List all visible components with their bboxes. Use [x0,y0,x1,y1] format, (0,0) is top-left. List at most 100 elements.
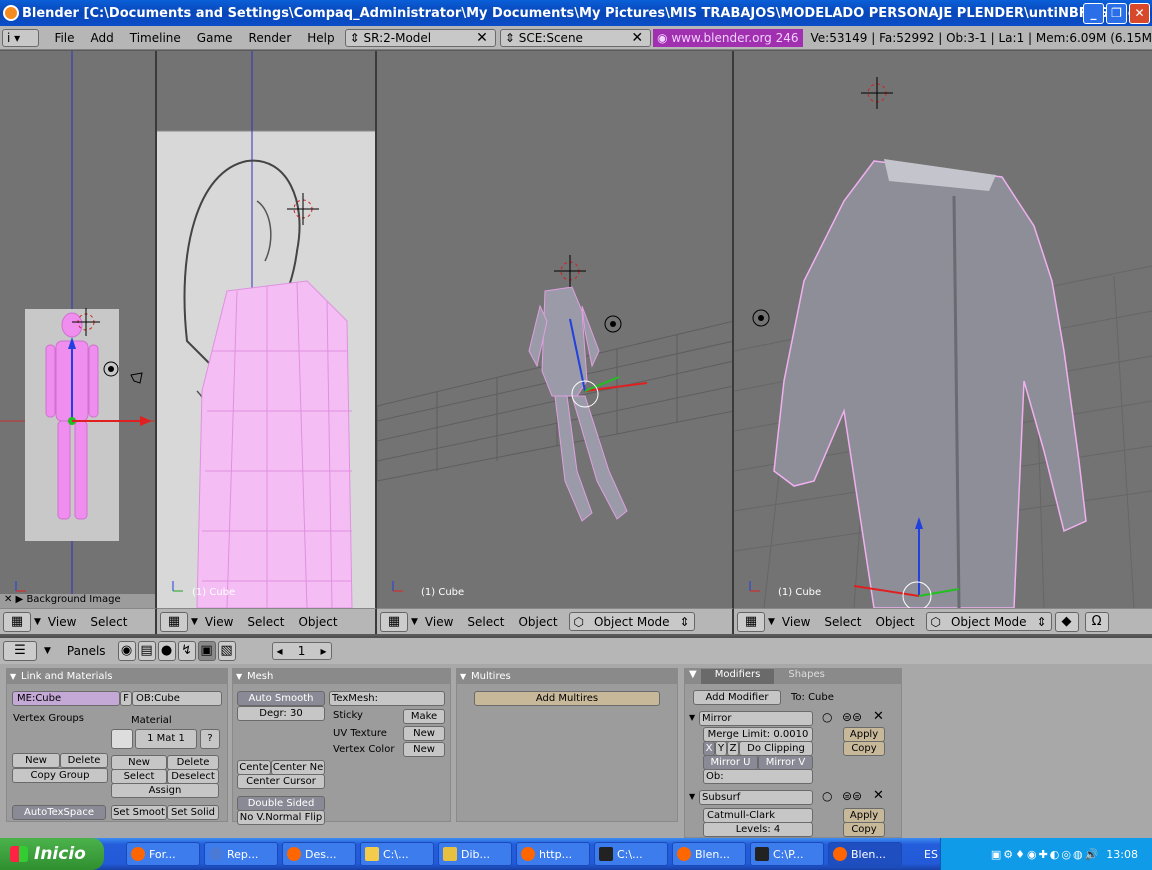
subsurf-delete-icon[interactable]: ✕ [873,788,884,803]
set-smooth-button[interactable]: Set Smoot [111,805,167,820]
viewport-front[interactable]: ✕ ▶ Background Image [0,51,157,608]
mirror-name-field[interactable]: Mirror [699,711,813,726]
maximize-button[interactable]: ❐ [1106,3,1127,24]
tab-modifiers[interactable]: Modifiers [700,669,775,684]
object-context-icon[interactable]: ↯ [177,641,196,661]
collapse-menu-icon[interactable]: ▼ [44,646,51,656]
vertex-color-new-button[interactable]: New [403,742,445,757]
tray-icons[interactable]: ▣⚙♦◉✚◐◎◍🔊 [991,848,1100,861]
autotexspace-toggle[interactable]: AutoTexSpace [12,805,106,820]
menu-file[interactable]: File [46,31,82,45]
object-name-field[interactable]: OB:Cube [132,691,222,706]
view3d-type-icon[interactable]: ▦ [380,611,408,632]
subsurf-collapse-icon[interactable]: ▼ [689,792,695,801]
language-indicator[interactable]: ES [924,848,938,861]
sticky-make-button[interactable]: Make [403,709,445,724]
mirror-apply-button[interactable]: Apply [843,727,885,742]
menu-select[interactable]: Select [83,615,134,629]
subsurf-move-icons[interactable]: ⊜⊜ [842,789,862,803]
vgroup-new-button[interactable]: New [12,753,60,768]
center-cursor-button[interactable]: Center Cursor [237,774,325,789]
menu-add[interactable]: Add [83,31,122,45]
collapse-menu-icon[interactable]: ▼ [34,617,41,627]
start-button[interactable]: Inicio [0,838,104,870]
menu-object[interactable]: Object [868,615,921,629]
mirror-x-toggle[interactable]: X [703,741,715,756]
mirror-y-toggle[interactable]: Y [715,741,727,756]
material-assign-button[interactable]: Assign [111,783,219,798]
subsurf-name-field[interactable]: Subsurf [699,790,813,805]
center-new-button[interactable]: Center Ne [271,760,325,775]
material-deselect-button[interactable]: Deselect [167,769,219,784]
mirror-enable-icon[interactable]: ○ [822,710,832,724]
do-clipping-toggle[interactable]: Do Clipping [739,741,813,756]
viewport-side[interactable]: (1) Cube [157,51,377,608]
taskbar-item[interactable]: Des... [282,842,356,866]
mirror-z-toggle[interactable]: Z [727,741,739,756]
menu-render[interactable]: Render [241,31,300,45]
mirror-delete-icon[interactable]: ✕ [873,709,884,724]
background-image-panel[interactable]: ✕ ▶ Background Image [0,594,155,608]
collapse-menu-icon[interactable]: ▼ [768,617,775,627]
material-select-button[interactable]: Select [111,769,167,784]
logic-context-icon[interactable]: ◉ [117,641,136,661]
material-help-button[interactable]: ? [200,729,220,749]
set-solid-button[interactable]: Set Solid [167,805,219,820]
collapse-icon[interactable]: ▼ [685,669,701,684]
minimize-button[interactable]: _ [1083,3,1104,24]
menu-object[interactable]: Object [511,615,564,629]
mesh-datablock-field[interactable]: ME:Cube [12,691,120,706]
subsurf-enable-icon[interactable]: ○ [822,789,832,803]
menu-game[interactable]: Game [189,31,241,45]
draw-type-icon[interactable]: ◆ [1054,611,1079,632]
subsurf-apply-button[interactable]: Apply [843,808,885,823]
no-vnormal-flip-toggle[interactable]: No V.Normal Flip [237,810,325,825]
shading-context-icon[interactable]: ● [157,641,176,661]
taskbar-item[interactable]: Dib... [438,842,512,866]
mirror-object-field[interactable]: Ob: [703,769,813,784]
info-window-type-icon[interactable]: i ▾ [2,28,39,47]
pivot-icon[interactable]: Ω [1084,611,1109,632]
view3d-type-icon[interactable]: ▦ [160,611,188,632]
subsurf-type-select[interactable]: Catmull-Clark [703,808,813,823]
view3d-type-icon[interactable]: ▦ [3,611,31,632]
taskbar-item[interactable]: C:\P... [750,842,824,866]
taskbar-item[interactable]: For... [126,842,200,866]
double-sided-toggle[interactable]: Double Sided [237,796,325,811]
scene-delete-icon[interactable]: ✕ [628,30,646,46]
screen-delete-icon[interactable]: ✕ [473,30,491,46]
menu-help[interactable]: Help [299,31,342,45]
add-modifier-button[interactable]: Add Modifier [693,690,781,705]
menu-view[interactable]: View [198,615,240,629]
taskbar-item[interactable]: C:\... [594,842,668,866]
degr-field[interactable]: Degr: 30 [237,706,325,721]
collapse-menu-icon[interactable]: ▼ [191,617,198,627]
menu-select[interactable]: Select [240,615,291,629]
material-swatch[interactable] [111,729,133,749]
vgroup-delete-button[interactable]: Delete [60,753,108,768]
menu-object[interactable]: Object [291,615,344,629]
subsurf-copy-button[interactable]: Copy [843,822,885,837]
menu-select[interactable]: Select [460,615,511,629]
merge-limit-field[interactable]: Merge Limit: 0.0010 [703,727,813,742]
object-mode-select[interactable]: ⬡ Object Mode ⇕ [568,612,695,631]
close-button[interactable]: ✕ [1129,3,1150,24]
material-delete-button[interactable]: Delete [167,755,219,770]
view3d-type-icon[interactable]: ▦ [737,611,765,632]
mirror-move-icons[interactable]: ⊜⊜ [842,710,862,724]
mirror-v-toggle[interactable]: Mirror V [758,755,813,770]
blender-weblink[interactable]: ◉ www.blender.org 246 [653,28,803,47]
object-mode-select[interactable]: ⬡ Object Mode ⇕ [925,612,1052,631]
buttons-window-type-icon[interactable]: ☰ [3,641,37,661]
mirror-collapse-icon[interactable]: ▼ [689,713,695,722]
material-index-field[interactable]: 1 Mat 1 [135,729,197,749]
tab-shapes[interactable]: Shapes [774,669,839,684]
taskbar-item[interactable]: C:\... [360,842,434,866]
menu-select[interactable]: Select [817,615,868,629]
frame-field[interactable]: ◂ 1 ▸ [271,642,332,660]
viewport-perspective[interactable]: (1) Cube [377,51,734,608]
texmesh-field[interactable]: TexMesh: [329,691,445,706]
scene-context-icon[interactable]: ▧ [217,641,236,661]
auto-smooth-toggle[interactable]: Auto Smooth [237,691,325,706]
mirror-u-toggle[interactable]: Mirror U [703,755,758,770]
